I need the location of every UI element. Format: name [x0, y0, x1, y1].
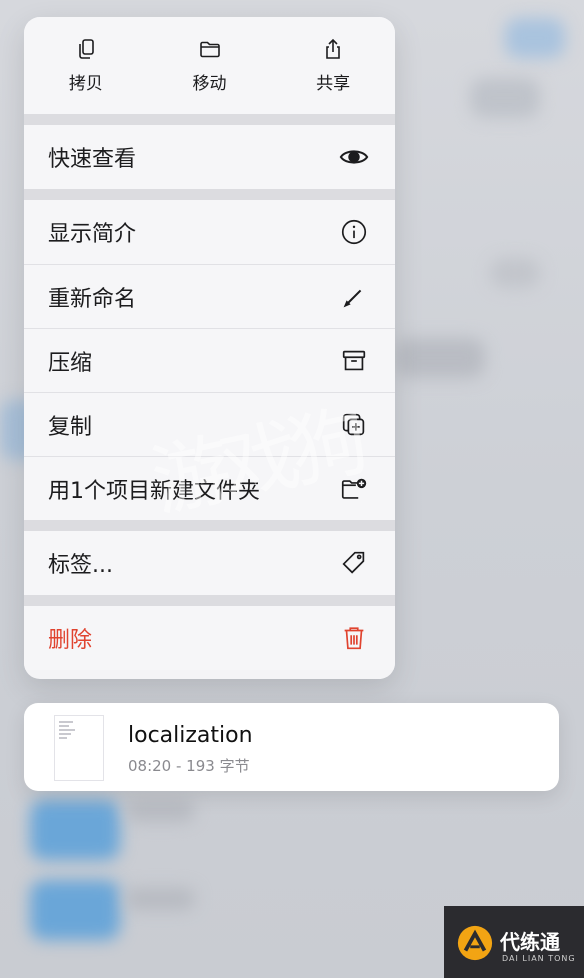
copy-label: 拷贝	[68, 74, 103, 94]
copy-button[interactable]: 拷贝	[24, 17, 148, 114]
quick-look-label: 快速查看	[48, 147, 137, 172]
menu-item-get-info[interactable]: 显示简介	[24, 200, 395, 264]
blurred-folder-label	[125, 800, 195, 822]
trash-icon	[344, 627, 364, 650]
blurred-toolbar-button	[505, 18, 565, 58]
copy-icon	[79, 39, 94, 59]
menu-item-delete[interactable]: 删除	[24, 606, 395, 670]
move-label: 移动	[192, 74, 227, 94]
menu-item-rename[interactable]: 重新命名	[24, 264, 395, 328]
blurred-folder-icon	[30, 800, 120, 860]
delete-label: 删除	[48, 628, 93, 653]
get-info-label: 显示简介	[48, 222, 137, 247]
file-meta: 08:20 - 193 字节	[128, 757, 250, 775]
blurred-toolbar-element	[470, 78, 540, 118]
file-name: localization	[128, 723, 253, 748]
blurred-list-text	[490, 258, 540, 288]
file-thumbnail	[54, 715, 104, 781]
quick-actions-row: 拷贝 移动 共享	[24, 17, 395, 114]
tags-label: 标签...	[48, 553, 113, 578]
compress-label: 压缩	[48, 350, 93, 376]
logo-icon	[457, 925, 493, 961]
tag-icon	[342, 551, 365, 574]
share-label: 共享	[316, 74, 351, 94]
section-divider	[24, 189, 395, 200]
pencil-icon	[343, 289, 362, 307]
eye-icon	[339, 150, 369, 164]
file-preview-card[interactable]: localization 08:20 - 193 字节	[24, 703, 559, 791]
section-divider	[24, 114, 395, 125]
logo: 代练通 DAI LIAN TONG	[444, 906, 584, 978]
folder-icon	[199, 41, 220, 58]
logo-subtext: DAI LIAN TONG	[502, 954, 576, 963]
share-icon	[326, 38, 340, 59]
blurred-list-text	[395, 338, 485, 378]
context-menu: 拷贝 移动 共享 快速查看 显示简介 重新命名 压缩 复制 用1个项目新建文件夹…	[24, 17, 395, 679]
menu-item-quick-look[interactable]: 快速查看	[24, 125, 395, 189]
blurred-folder-label	[125, 888, 195, 910]
share-button[interactable]: 共享	[271, 17, 395, 114]
move-button[interactable]: 移动	[148, 17, 272, 114]
archive-icon	[342, 350, 366, 370]
logo-text: 代练通	[500, 930, 560, 954]
section-divider	[24, 595, 395, 606]
menu-item-tags[interactable]: 标签...	[24, 531, 395, 595]
info-icon	[341, 219, 367, 245]
duplicate-label: 复制	[48, 414, 93, 440]
blurred-folder-icon	[30, 880, 120, 940]
rename-label: 重新命名	[48, 286, 137, 312]
